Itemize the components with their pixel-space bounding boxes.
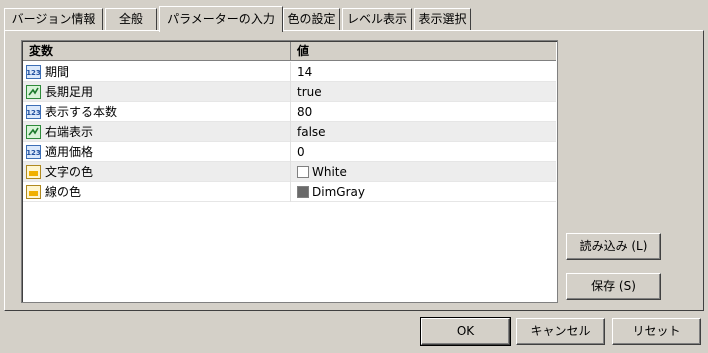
param-value-cell[interactable]: White [291, 162, 556, 182]
table-row[interactable]: 右端表示 false [23, 122, 556, 142]
param-value-text: DimGray [312, 185, 365, 199]
numeric-123-icon: 123 [26, 145, 41, 159]
tab-panel: 変数 値 123 期間 14 長期足用 true 123 表示する本数 80 右端表示 false… [4, 30, 704, 311]
param-name: 表示する本数 [45, 105, 118, 119]
param-name-cell: 文字の色 [23, 162, 291, 182]
load-button[interactable]: 読み込み (L) [566, 233, 661, 260]
tab-version-info[interactable]: バージョン情報 [4, 8, 103, 30]
svg-text:123: 123 [26, 109, 41, 117]
param-value-text: 0 [297, 145, 305, 159]
param-name: 適用価格 [45, 145, 94, 159]
numeric-123-icon: 123 [26, 65, 41, 79]
param-value-cell[interactable]: DimGray [291, 182, 556, 202]
color-icon [26, 165, 41, 179]
table-row[interactable]: 文字の色 White [23, 162, 556, 182]
svg-text:123: 123 [26, 149, 41, 157]
tab-general[interactable]: 全般 [105, 8, 157, 30]
param-value-cell[interactable]: 0 [291, 142, 556, 162]
tab-parameter-input[interactable]: パラメーターの入力 [159, 6, 283, 32]
tab-display-selection[interactable]: 表示選択 [414, 8, 471, 30]
param-value-text: false [297, 125, 326, 139]
header-value[interactable]: 値 [291, 42, 556, 61]
color-swatch [297, 166, 309, 178]
param-value-cell[interactable]: true [291, 82, 556, 102]
param-name: 期間 [45, 65, 70, 79]
param-name-cell: 123 期間 [23, 62, 291, 82]
param-name-cell: 123 表示する本数 [23, 102, 291, 122]
param-value-cell[interactable]: false [291, 122, 556, 142]
param-name: 線の色 [45, 185, 82, 199]
grid-header: 変数 値 [23, 42, 556, 61]
param-name: 長期足用 [45, 85, 94, 99]
param-value-cell[interactable]: 14 [291, 62, 556, 82]
table-row[interactable]: 長期足用 true [23, 82, 556, 102]
numeric-123-icon: 123 [26, 105, 41, 119]
reset-button[interactable]: リセット [612, 318, 701, 345]
param-name-cell: 線の色 [23, 182, 291, 202]
tab-level-display[interactable]: レベル表示 [342, 8, 412, 30]
ok-button[interactable]: OK [420, 317, 511, 346]
header-variable[interactable]: 変数 [23, 42, 291, 61]
param-value-text: 14 [297, 65, 313, 79]
boolean-icon [26, 125, 41, 139]
table-row[interactable]: 123 期間 14 [23, 62, 556, 82]
svg-text:123: 123 [26, 69, 41, 77]
param-name: 文字の色 [45, 165, 94, 179]
color-icon [26, 185, 41, 199]
param-name-cell: 右端表示 [23, 122, 291, 142]
cancel-button[interactable]: キャンセル [516, 318, 605, 345]
param-name-cell: 123 適用価格 [23, 142, 291, 162]
table-row[interactable]: 123 表示する本数 80 [23, 102, 556, 122]
color-swatch [297, 186, 309, 198]
param-name-cell: 長期足用 [23, 82, 291, 102]
table-row[interactable]: 123 適用価格 0 [23, 142, 556, 162]
param-value-cell[interactable]: 80 [291, 102, 556, 122]
save-button[interactable]: 保存 (S) [566, 273, 661, 300]
boolean-icon [26, 85, 41, 99]
parameter-grid: 変数 値 123 期間 14 長期足用 true 123 表示する本数 80 右端表示 false… [21, 40, 558, 303]
table-row[interactable]: 線の色 DimGray [23, 182, 556, 202]
param-value-text: true [297, 85, 322, 99]
param-value-text: White [312, 165, 347, 179]
param-value-text: 80 [297, 105, 313, 119]
param-name: 右端表示 [45, 125, 94, 139]
tab-color-settings[interactable]: 色の設定 [283, 8, 340, 30]
